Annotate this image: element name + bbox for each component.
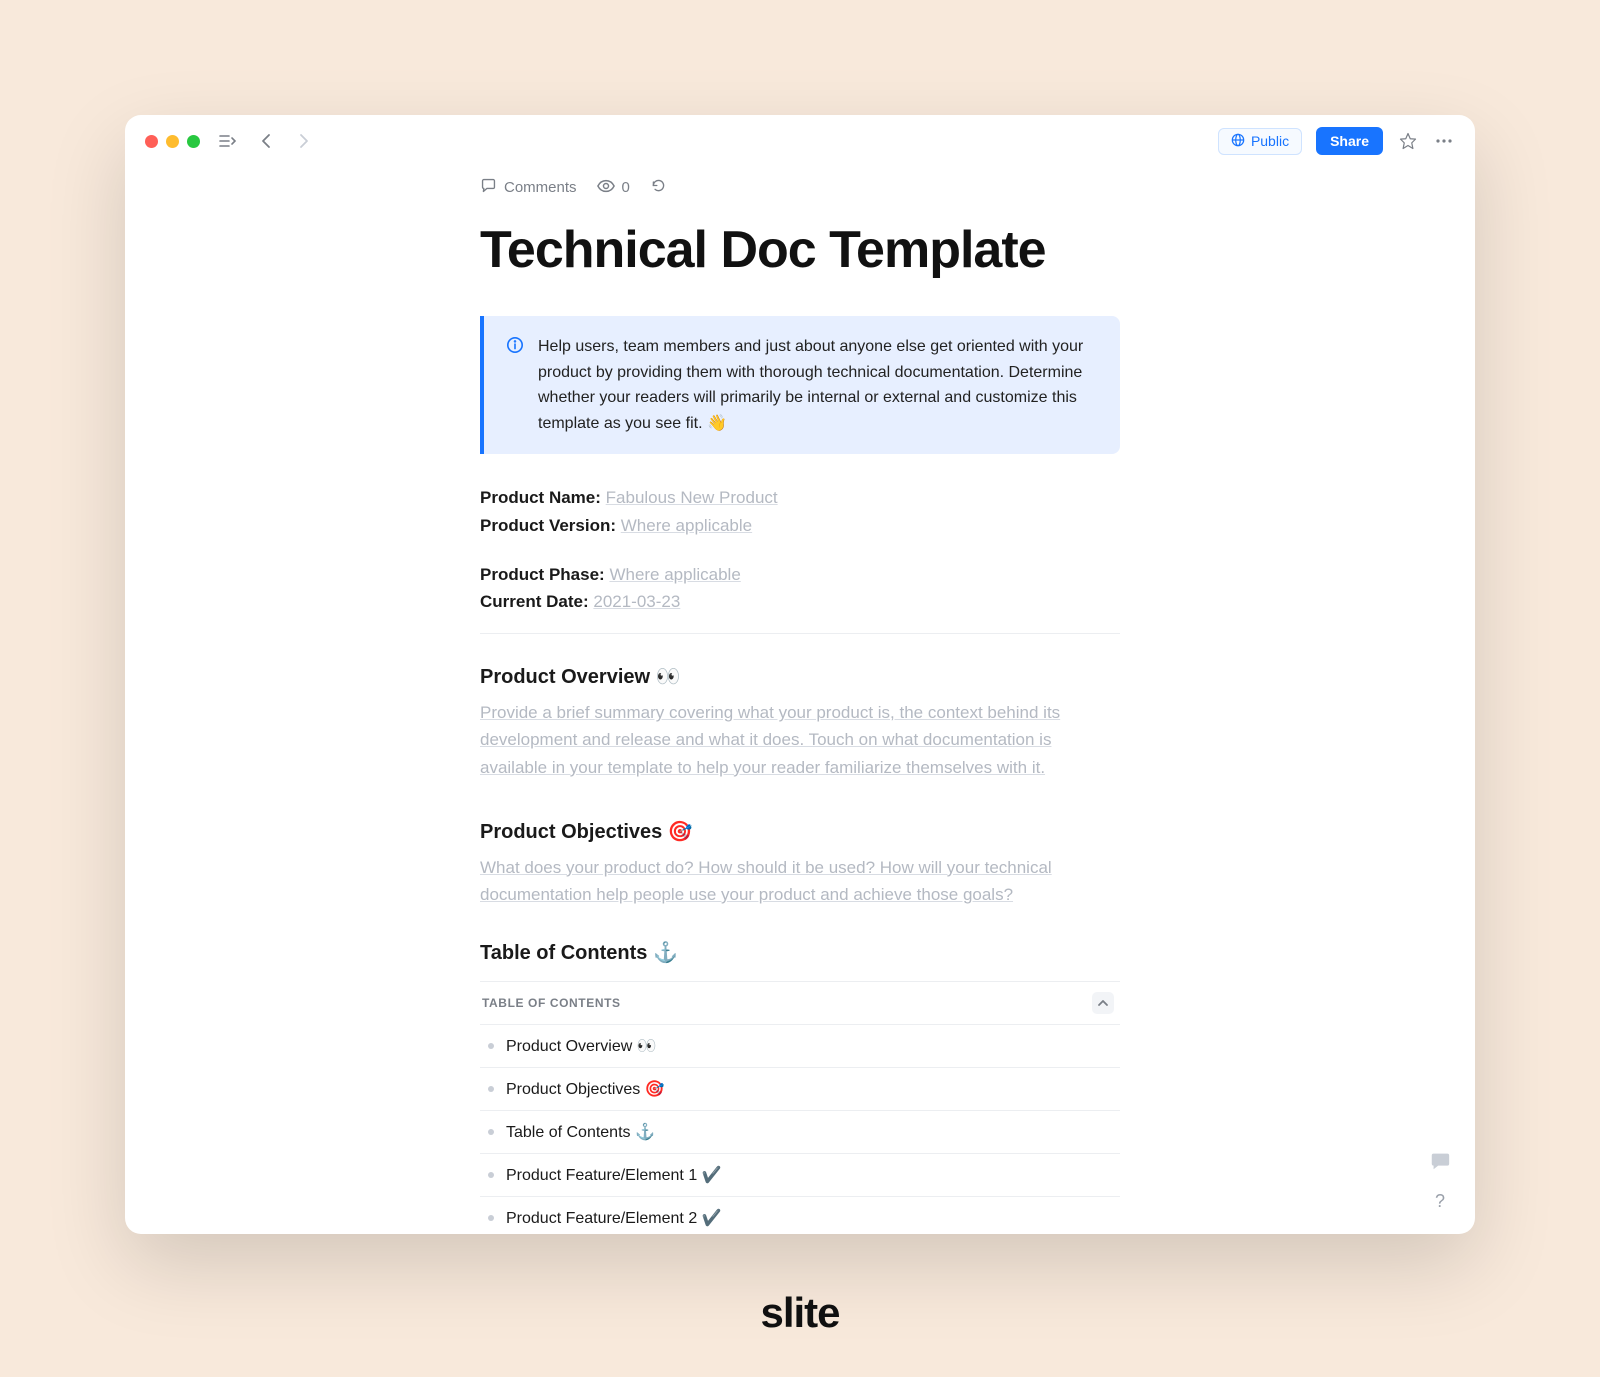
bullet-icon	[488, 1215, 494, 1221]
toc-header-label: TABLE OF CONTENTS	[482, 996, 621, 1010]
bullet-icon	[488, 1129, 494, 1135]
eye-icon	[597, 179, 615, 197]
product-name-value[interactable]: Fabulous New Product	[606, 488, 778, 507]
overview-body[interactable]: Provide a brief summary covering what yo…	[480, 699, 1120, 781]
product-phase-value[interactable]: Where applicable	[609, 565, 740, 584]
views-indicator[interactable]: 0	[597, 179, 630, 197]
product-phase-label: Product Phase:	[480, 565, 605, 584]
product-phase-row: Product Phase: Where applicable	[480, 561, 1120, 588]
app-window: Public Share Comments	[125, 115, 1475, 1234]
product-version-row: Product Version: Where applicable	[480, 512, 1120, 539]
product-name-label: Product Name:	[480, 488, 601, 507]
zoom-dot[interactable]	[187, 135, 200, 148]
comments-button[interactable]: Comments	[480, 177, 577, 198]
close-dot[interactable]	[145, 135, 158, 148]
overview-heading[interactable]: Product Overview 👀	[480, 664, 1120, 689]
current-date-label: Current Date:	[480, 592, 589, 611]
current-date-value[interactable]: 2021-03-23	[593, 592, 680, 611]
product-version-value[interactable]: Where applicable	[621, 516, 752, 535]
info-callout[interactable]: Help users, team members and just about …	[480, 316, 1120, 454]
bullet-icon	[488, 1172, 494, 1178]
product-version-label: Product Version:	[480, 516, 616, 535]
toc-item-label: Product Overview 👀	[506, 1036, 657, 1056]
bullet-icon	[488, 1086, 494, 1092]
callout-text: Help users, team members and just about …	[538, 334, 1098, 436]
nav-forward-icon	[294, 131, 314, 151]
floating-actions: ?	[1427, 1148, 1453, 1214]
doc-meta-row: Comments 0	[480, 177, 1120, 198]
titlebar-right: Public Share	[1218, 127, 1455, 155]
objectives-body[interactable]: What does your product do? How should it…	[480, 854, 1120, 908]
toc-item[interactable]: Table of Contents ⚓	[480, 1111, 1120, 1154]
public-badge[interactable]: Public	[1218, 128, 1302, 155]
metadata-fields[interactable]: Product Name: Fabulous New Product Produ…	[480, 484, 1120, 615]
views-count: 0	[622, 179, 630, 196]
toc-widget: TABLE OF CONTENTS Product Overview 👀 Pro…	[480, 981, 1120, 1234]
help-icon[interactable]: ?	[1427, 1188, 1453, 1214]
toc-item[interactable]: Product Objectives 🎯	[480, 1068, 1120, 1111]
page-title[interactable]: Technical Doc Template	[480, 220, 1120, 280]
refresh-icon	[650, 177, 667, 198]
minimize-dot[interactable]	[166, 135, 179, 148]
toc-header: TABLE OF CONTENTS	[480, 982, 1120, 1025]
current-date-row: Current Date: 2021-03-23	[480, 588, 1120, 615]
refresh-button[interactable]	[650, 177, 667, 198]
toc-item[interactable]: Product Feature/Element 2 ✔️	[480, 1197, 1120, 1234]
titlebar: Public Share	[125, 115, 1475, 167]
sidebar-toggle-icon[interactable]	[218, 131, 238, 151]
document[interactable]: Comments 0 Technical Doc Template	[480, 177, 1120, 1234]
info-icon	[506, 336, 524, 436]
toc-item[interactable]: Product Feature/Element 1 ✔️	[480, 1154, 1120, 1197]
traffic-lights	[145, 135, 200, 148]
globe-icon	[1231, 133, 1245, 150]
toc-heading[interactable]: Table of Contents ⚓	[480, 940, 1120, 965]
more-icon[interactable]	[1433, 130, 1455, 152]
toc-item-label: Product Feature/Element 2 ✔️	[506, 1208, 722, 1228]
objectives-heading[interactable]: Product Objectives 🎯	[480, 819, 1120, 844]
chat-bubble-icon[interactable]	[1427, 1148, 1453, 1174]
comments-label: Comments	[504, 179, 577, 196]
divider	[480, 633, 1120, 634]
share-button[interactable]: Share	[1316, 127, 1383, 155]
toc-item-label: Product Objectives 🎯	[506, 1079, 665, 1099]
public-label: Public	[1251, 133, 1289, 149]
comment-icon	[480, 177, 497, 198]
nav-back-icon[interactable]	[256, 131, 276, 151]
toc-item-label: Product Feature/Element 1 ✔️	[506, 1165, 722, 1185]
product-name-row: Product Name: Fabulous New Product	[480, 484, 1120, 511]
brand-logo: slite	[760, 1289, 839, 1337]
bullet-icon	[488, 1043, 494, 1049]
star-icon[interactable]	[1397, 130, 1419, 152]
toc-item[interactable]: Product Overview 👀	[480, 1025, 1120, 1068]
chevron-up-icon[interactable]	[1092, 992, 1114, 1014]
document-area: Comments 0 Technical Doc Template	[125, 167, 1475, 1234]
toc-item-label: Table of Contents ⚓	[506, 1122, 655, 1142]
titlebar-left	[145, 131, 314, 151]
